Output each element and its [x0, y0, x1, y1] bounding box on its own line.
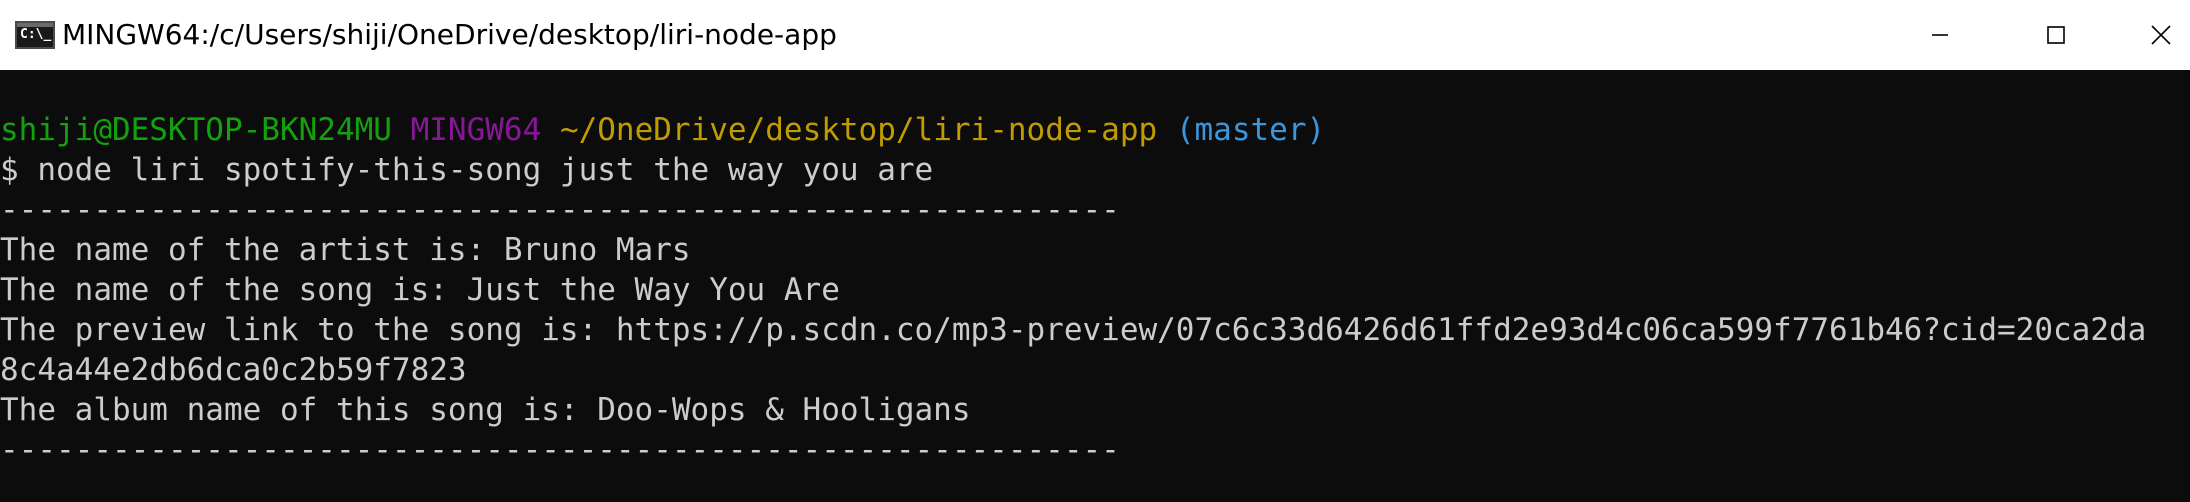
terminal-app-icon[interactable]: C:\_: [15, 21, 55, 49]
close-icon: [2151, 25, 2171, 45]
prompt-line: shiji@DESKTOP-BKN24MU MINGW64 ~/OneDrive…: [0, 110, 1325, 150]
terminal-window: C:\_ MINGW64:/c/Users/shiji/OneDrive/des…: [0, 0, 2190, 502]
app-icon-text: C:\_: [20, 27, 52, 42]
prompt-path: ~/OneDrive/desktop/liri-node-app: [559, 112, 1158, 148]
preview-link-line: The preview link to the song is: https:/…: [0, 312, 2147, 348]
preview-link-line-wrap: 8c4a44e2db6dca0c2b59f7823: [0, 352, 467, 388]
minimize-button[interactable]: [1900, 0, 1980, 70]
artist-line: The name of the artist is: Bruno Mars: [0, 232, 691, 268]
prompt-user-host: shiji@DESKTOP-BKN24MU: [0, 112, 392, 148]
terminal-output[interactable]: shiji@DESKTOP-BKN24MU MINGW64 ~/OneDrive…: [0, 70, 2190, 502]
album-line: The album name of this song is: Doo-Wops…: [0, 392, 971, 428]
song-line: The name of the song is: Just the Way Yo…: [0, 272, 840, 308]
prompt-shell: MINGW64: [410, 112, 542, 148]
command-line: $ node liri spotify-this-song just the w…: [0, 152, 934, 188]
separator-top: ----------------------------------------…: [0, 192, 1120, 228]
maximize-button[interactable]: [2016, 0, 2096, 70]
maximize-icon: [2047, 26, 2065, 44]
app-icon-bar: [17, 23, 53, 27]
vertical-scrollbar[interactable]: [2168, 70, 2190, 502]
title-bar[interactable]: C:\_ MINGW64:/c/Users/shiji/OneDrive/des…: [0, 0, 2190, 70]
close-button[interactable]: [2132, 0, 2190, 70]
separator-bottom: ----------------------------------------…: [0, 432, 1120, 468]
minimize-icon: [1932, 34, 1948, 36]
prompt-git-branch: (master): [1175, 112, 1326, 148]
window-title: MINGW64:/c/Users/shiji/OneDrive/desktop/…: [62, 18, 837, 51]
